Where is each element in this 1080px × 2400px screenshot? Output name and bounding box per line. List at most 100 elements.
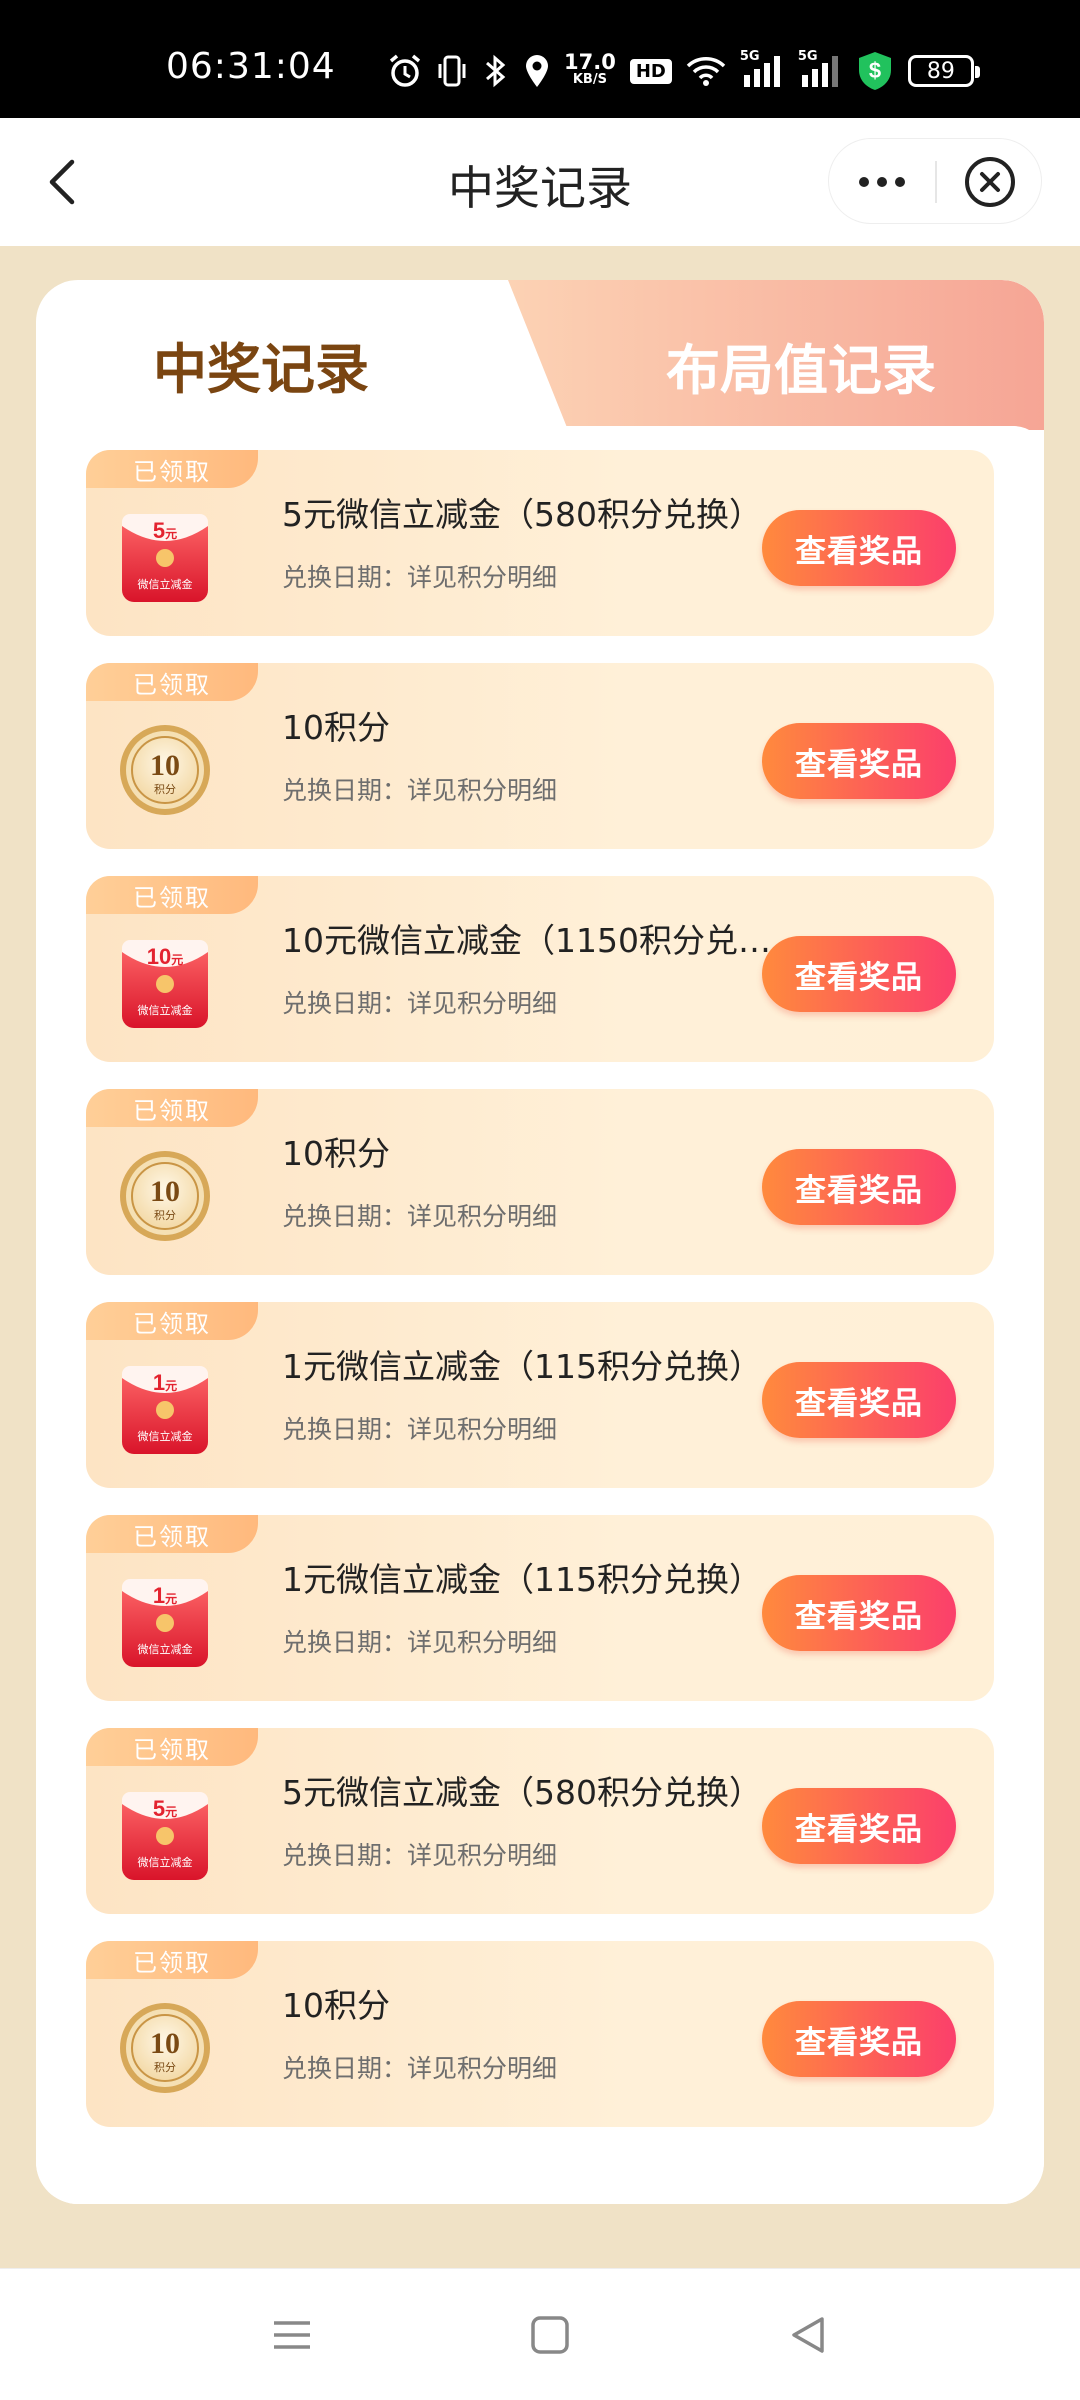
status-bar: 06:31:04 17.0 KB/S HD 5G 5G $ 89 [0,0,1080,118]
prize-title: 5元微信立减金（580积分兑换） [282,1773,762,1812]
points-coin-icon: 10 积分 [120,1151,210,1241]
red-packet-caption: 微信立减金 [138,1855,193,1869]
exchange-date: 兑换日期：详见积分明细 [282,1415,558,1444]
status-time: 06:31:04 [166,46,336,87]
red-packet-caption: 微信立减金 [138,577,193,591]
red-packet-icon: 1元 微信立减金 [122,1366,208,1454]
exchange-date: 兑换日期：详见积分明细 [282,2054,558,2083]
records-list: 已领取 5元 微信立减金 5元微信立减金（580积分兑换） 兑换日期：详见积分明… [36,426,1044,2204]
points-coin-icon: 10 积分 [120,2003,210,2093]
prize-title: 1元微信立减金（115积分兑换） [282,1560,762,1599]
back-triangle-icon [792,2317,824,2353]
prize-item: 已领取 5元 微信立减金 5元微信立减金（580积分兑换） 兑换日期：详见积分明… [86,1728,994,1914]
prize-item: 已领取 5元 微信立减金 5元微信立减金（580积分兑换） 兑换日期：详见积分明… [86,450,994,636]
more-dot [895,177,905,187]
prize-item: 已领取 10 积分 10积分 兑换日期：详见积分明细 查看奖品 [86,663,994,849]
tab-layout-value-records[interactable]: 布局值记录 [508,280,1044,430]
shield-dollar-icon: $ [856,49,894,93]
tab-label: 布局值记录 [666,339,936,402]
location-icon [524,49,550,93]
hd-icon: HD [629,49,672,93]
home-button[interactable] [528,2313,572,2357]
more-dot [877,177,887,187]
alarm-icon [388,49,422,93]
records-card: 布局值记录 中奖记录 已领取 5元 微信立减金 5元微信立减金（580积分兑换）… [36,280,1044,2204]
claimed-badge: 已领取 [86,663,258,701]
menu-button[interactable] [270,2313,314,2357]
more-button[interactable] [829,139,935,225]
claimed-badge: 已领取 [86,1089,258,1127]
prize-title: 10积分 [282,1134,390,1173]
coin-value: 10 [150,749,180,782]
red-packet-caption: 微信立减金 [138,1429,193,1443]
prize-item: 已领取 1元 微信立减金 1元微信立减金（115积分兑换） 兑换日期：详见积分明… [86,1302,994,1488]
tab-prize-records[interactable]: 中奖记录 [36,280,526,430]
more-dots-icon [859,177,869,187]
coin-caption: 积分 [154,2061,176,2074]
mini-program-capsule [828,138,1042,224]
wifi-icon [686,49,726,93]
vibrate-icon [436,49,468,93]
view-prize-button[interactable]: 查看奖品 [762,723,956,799]
view-prize-button[interactable]: 查看奖品 [762,2001,956,2077]
prize-title: 10积分 [282,708,390,747]
coin-value: 10 [150,2027,180,2060]
view-prize-button[interactable]: 查看奖品 [762,1788,956,1864]
red-packet-icon: 10元 微信立减金 [122,940,208,1028]
battery-level: 89 [926,58,955,84]
claimed-badge: 已领取 [86,450,258,488]
exchange-date: 兑换日期：详见积分明细 [282,989,558,1018]
bluetooth-icon [482,49,510,93]
nav-bar: 中奖记录 [0,118,1080,246]
red-packet-icon: 1元 微信立减金 [122,1579,208,1667]
close-button[interactable] [964,156,1016,208]
prize-title: 10积分 [282,1986,390,2025]
signal-icon-2: 5G [798,49,842,93]
view-prize-button[interactable]: 查看奖品 [762,510,956,586]
claimed-badge: 已领取 [86,1515,258,1553]
points-coin-icon: 10 积分 [120,725,210,815]
signal-icon: 5G [740,49,784,93]
view-prize-button[interactable]: 查看奖品 [762,936,956,1012]
coin-value: 10 [150,1175,180,1208]
red-packet-icon: 5元 微信立减金 [122,1792,208,1880]
home-square-icon [531,2316,569,2354]
exchange-date: 兑换日期：详见积分明细 [282,776,558,805]
hd-label: HD [629,58,672,84]
exchange-date: 兑换日期：详见积分明细 [282,1202,558,1231]
view-prize-button[interactable]: 查看奖品 [762,1362,956,1438]
prize-item: 已领取 10 积分 10积分 兑换日期：详见积分明细 查看奖品 [86,1941,994,2127]
claimed-badge: 已领取 [86,1941,258,1979]
signal-label-2: 5G [797,49,818,64]
tab-label: 中奖记录 [153,337,369,401]
red-packet-caption: 微信立减金 [138,1642,193,1656]
svg-text:$: $ [869,58,881,83]
prize-title: 10元微信立减金（1150积分兑换） [282,921,772,960]
red-packet-icon: 5元 微信立减金 [122,514,208,602]
exchange-date: 兑换日期：详见积分明细 [282,1628,558,1657]
view-prize-button[interactable]: 查看奖品 [762,1575,956,1651]
prize-title: 1元微信立减金（115积分兑换） [282,1347,762,1386]
system-nav-bar [0,2268,1080,2400]
prize-item: 已领取 10 积分 10积分 兑换日期：详见积分明细 查看奖品 [86,1089,994,1275]
red-packet-caption: 微信立减金 [138,1003,193,1017]
status-icons: 17.0 KB/S HD 5G 5G $ 89 [388,46,980,96]
exchange-date: 兑换日期：详见积分明细 [282,1841,558,1870]
prize-item: 已领取 1元 微信立减金 1元微信立减金（115积分兑换） 兑换日期：详见积分明… [86,1515,994,1701]
prize-title: 5元微信立减金（580积分兑换） [282,495,762,534]
battery-icon: 89 [907,55,980,87]
net-speed: 17.0 KB/S [564,49,616,93]
coin-caption: 积分 [154,783,176,796]
prize-item: 已领取 10元 微信立减金 10元微信立减金（1150积分兑换） 兑换日期：详见… [86,876,994,1062]
view-prize-button[interactable]: 查看奖品 [762,1149,956,1225]
signal-label: 5G [739,49,760,64]
claimed-badge: 已领取 [86,1302,258,1340]
claimed-badge: 已领取 [86,876,258,914]
claimed-badge: 已领取 [86,1728,258,1766]
back-nav-button[interactable] [786,2313,830,2357]
coin-caption: 积分 [154,1209,176,1222]
net-speed-value: 17.0 [564,50,616,74]
menu-icon [274,2321,310,2349]
capsule-divider [935,161,937,203]
close-circle-icon [965,157,1015,207]
